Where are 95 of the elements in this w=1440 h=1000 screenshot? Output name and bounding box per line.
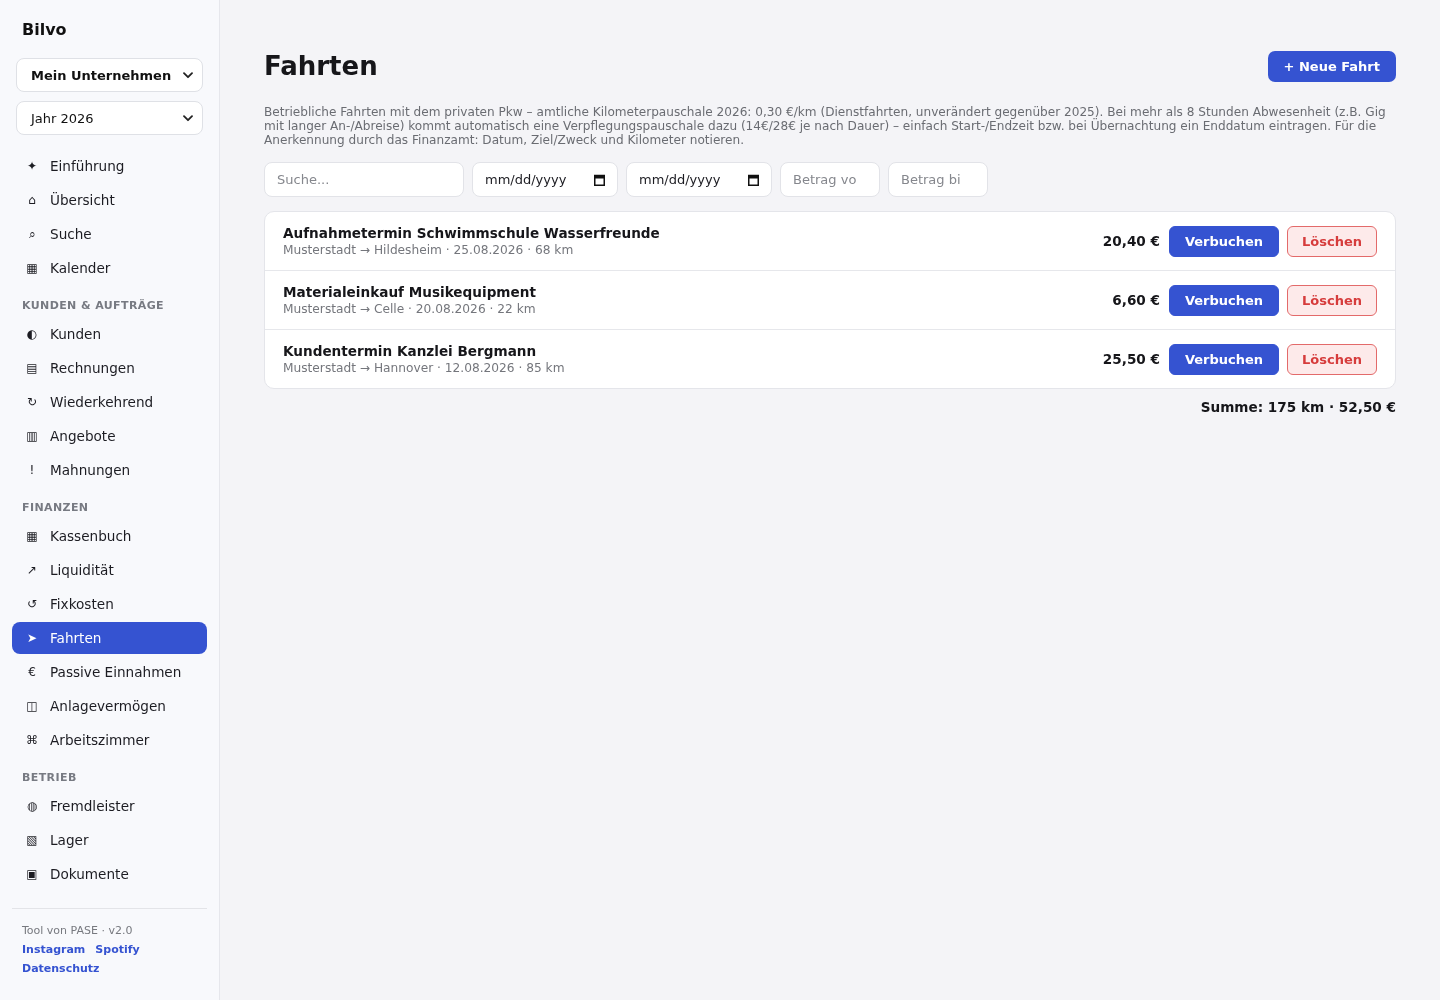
book-button[interactable]: Verbuchen xyxy=(1169,343,1279,375)
exclamation-icon: ! xyxy=(25,463,39,477)
date-field[interactable]: mm/dd/yyyy xyxy=(472,162,618,197)
nav-label: Arbeitszimmer xyxy=(50,731,150,749)
nav-label: Kunden xyxy=(50,325,102,343)
nav-item[interactable]: ▦ Kassenbuch xyxy=(12,520,207,552)
command-key-icon: ⌘ xyxy=(25,733,39,747)
trip-amount: 25,50 € xyxy=(1102,350,1160,368)
nav-item[interactable]: ⌕ Suche xyxy=(12,218,207,250)
nav-item[interactable]: ▣ Dokumente xyxy=(12,858,207,890)
circular-arrow-icon: ↻ xyxy=(25,395,39,409)
footer-link[interactable]: Datenschutz xyxy=(22,959,100,978)
year-select[interactable]: Jahr 2026 xyxy=(16,101,203,135)
nav-label: Mahnungen xyxy=(50,461,131,479)
brand-name: Bilvo xyxy=(21,20,68,40)
hatched-square-icon: ▧ xyxy=(25,833,39,847)
calendar-icon xyxy=(594,173,605,186)
grid-icon: ▦ xyxy=(25,261,39,275)
nav-item[interactable]: ↗ Liquidität xyxy=(12,554,207,586)
sparkle-icon: ✦ xyxy=(25,159,39,173)
nav-label: Passive Einnahmen xyxy=(50,663,182,681)
trip-details: Musterstadt → Hildesheim · 25.08.2026 · 68 km xyxy=(283,242,575,258)
nav-label: Kalender xyxy=(50,259,111,277)
nav-label: Lager xyxy=(50,831,89,849)
book-button[interactable]: Verbuchen xyxy=(1169,225,1279,257)
columns-icon: ▥ xyxy=(25,429,39,443)
euro-icon: € xyxy=(25,665,39,679)
nav-item[interactable]: ▧ Lager xyxy=(12,824,207,856)
nav-item[interactable]: ◐ Kunden xyxy=(12,318,207,350)
arrowhead-icon: ➤ xyxy=(25,631,39,645)
description-text: Betriebliche Fahrten mit dem privaten Pkw – amtliche Kilometerpauschale 2026: 0,30 €/km (Dienstfahrten, unverändert gegenüber 2025). Bei mehr als 8 Stunden Abwesenheit (z.B. Gig mit langer An-/Abreise) kommt automatisch eine Verpflegungspauschale dazu (14€/28€ je nach Dauer) – einfach Start-/Endzeit bzw. bei Übernachtung ein Enddatum eintragen. Für die Anerkennung durch das Finanzamt: Datum, Ziel/Zweck und Kilometer notieren. xyxy=(264,105,1387,147)
nav-item[interactable]: ◍ Fremdleister xyxy=(12,790,207,822)
trip-amount: 20,40 € xyxy=(1102,232,1160,250)
nav-section-heading: BETRIEB xyxy=(21,771,78,785)
striped-circle-icon: ◍ xyxy=(25,799,39,813)
company-select[interactable]: Mein Unternehmen xyxy=(16,58,203,92)
half-circle-icon: ◐ xyxy=(25,327,39,341)
trip-title: Materialeinkauf Musikequipment xyxy=(283,283,537,301)
trip-details: Musterstadt → Hannover · 12.08.2026 · 85 km xyxy=(283,360,566,376)
delete-button[interactable]: Löschen xyxy=(1287,225,1377,257)
circular-arrow-icon: ↺ xyxy=(25,597,39,611)
nav-item[interactable]: ➤ Fahrten xyxy=(12,622,207,654)
footer-link[interactable]: Instagram xyxy=(22,940,86,959)
calendar-icon xyxy=(748,173,759,186)
list-icon: ▤ xyxy=(25,361,39,375)
nav-item[interactable]: ↻ Wiederkehrend xyxy=(12,386,207,418)
new-trip-button[interactable]: + Neue Fahrt xyxy=(1267,50,1396,82)
nav-label: Fahrten xyxy=(50,629,102,647)
nav-label: Rechnungen xyxy=(50,359,135,377)
trip-details: Musterstadt → Celle · 20.08.2026 · 22 km xyxy=(283,301,537,317)
chevron-down-icon xyxy=(183,71,193,79)
total-text: Summe: 175 km · 52,50 € xyxy=(1200,398,1396,416)
nav-label: Liquidität xyxy=(50,561,114,579)
nav-item[interactable]: ▤ Rechnungen xyxy=(12,352,207,384)
nav-label: Suche xyxy=(50,225,92,243)
house-icon: ⌂ xyxy=(25,193,39,207)
nav-item[interactable]: ↺ Fixkosten xyxy=(12,588,207,620)
nav-section-heading: FINANZEN xyxy=(21,501,90,515)
nav-item[interactable]: ! Mahnungen xyxy=(12,454,207,486)
filled-square-icon: ▣ xyxy=(25,867,39,881)
amount-field[interactable]: Betrag bi xyxy=(888,162,988,197)
book-button[interactable]: Verbuchen xyxy=(1169,284,1279,316)
nav-label: Angebote xyxy=(50,427,116,445)
nav-label: Fremdleister xyxy=(50,797,135,815)
nav-section-heading: KUNDEN & AUFTRÄGE xyxy=(21,299,166,313)
nav-label: Fixkosten xyxy=(50,595,114,613)
split-square-icon: ◫ xyxy=(25,699,39,713)
trip-title: Kundentermin Kanzlei Bergmann xyxy=(283,342,538,360)
arrow-up-right-icon: ↗ xyxy=(25,563,39,577)
chevron-down-icon xyxy=(183,114,193,122)
nav-label: Einführung xyxy=(50,157,125,175)
nav-label: Wiederkehrend xyxy=(50,393,154,411)
nav-item[interactable]: ✦ Einführung xyxy=(12,150,207,182)
nav-label: Dokumente xyxy=(50,865,129,883)
search-field[interactable]: Suche... xyxy=(264,162,464,197)
date-field[interactable]: mm/dd/yyyy xyxy=(626,162,772,197)
nav-label: Kassenbuch xyxy=(50,527,132,545)
search-icon: ⌕ xyxy=(25,227,39,241)
page-title: Fahrten xyxy=(264,50,378,83)
delete-button[interactable]: Löschen xyxy=(1287,284,1377,316)
grid-icon: ▦ xyxy=(25,529,39,543)
nav-item[interactable]: € Passive Einnahmen xyxy=(12,656,207,688)
nav-label: Übersicht xyxy=(50,191,115,209)
credit-text: Tool von PASE · v2.0 xyxy=(22,923,134,939)
nav-item[interactable]: ▥ Angebote xyxy=(12,420,207,452)
nav-item[interactable]: ◫ Anlagevermögen xyxy=(12,690,207,722)
footer-link[interactable]: Spotify xyxy=(95,940,140,959)
amount-field[interactable]: Betrag vo xyxy=(780,162,880,197)
trip-title: Aufnahmetermin Schwimmschule Wasserfreunde xyxy=(283,224,661,242)
nav-item[interactable]: ⌂ Übersicht xyxy=(12,184,207,216)
delete-button[interactable]: Löschen xyxy=(1287,343,1377,375)
nav-item[interactable]: ▦ Kalender xyxy=(12,252,207,284)
trip-amount: 6,60 € xyxy=(1112,291,1160,309)
nav-label: Anlagevermögen xyxy=(50,697,166,715)
nav-item[interactable]: ⌘ Arbeitszimmer xyxy=(12,724,207,756)
